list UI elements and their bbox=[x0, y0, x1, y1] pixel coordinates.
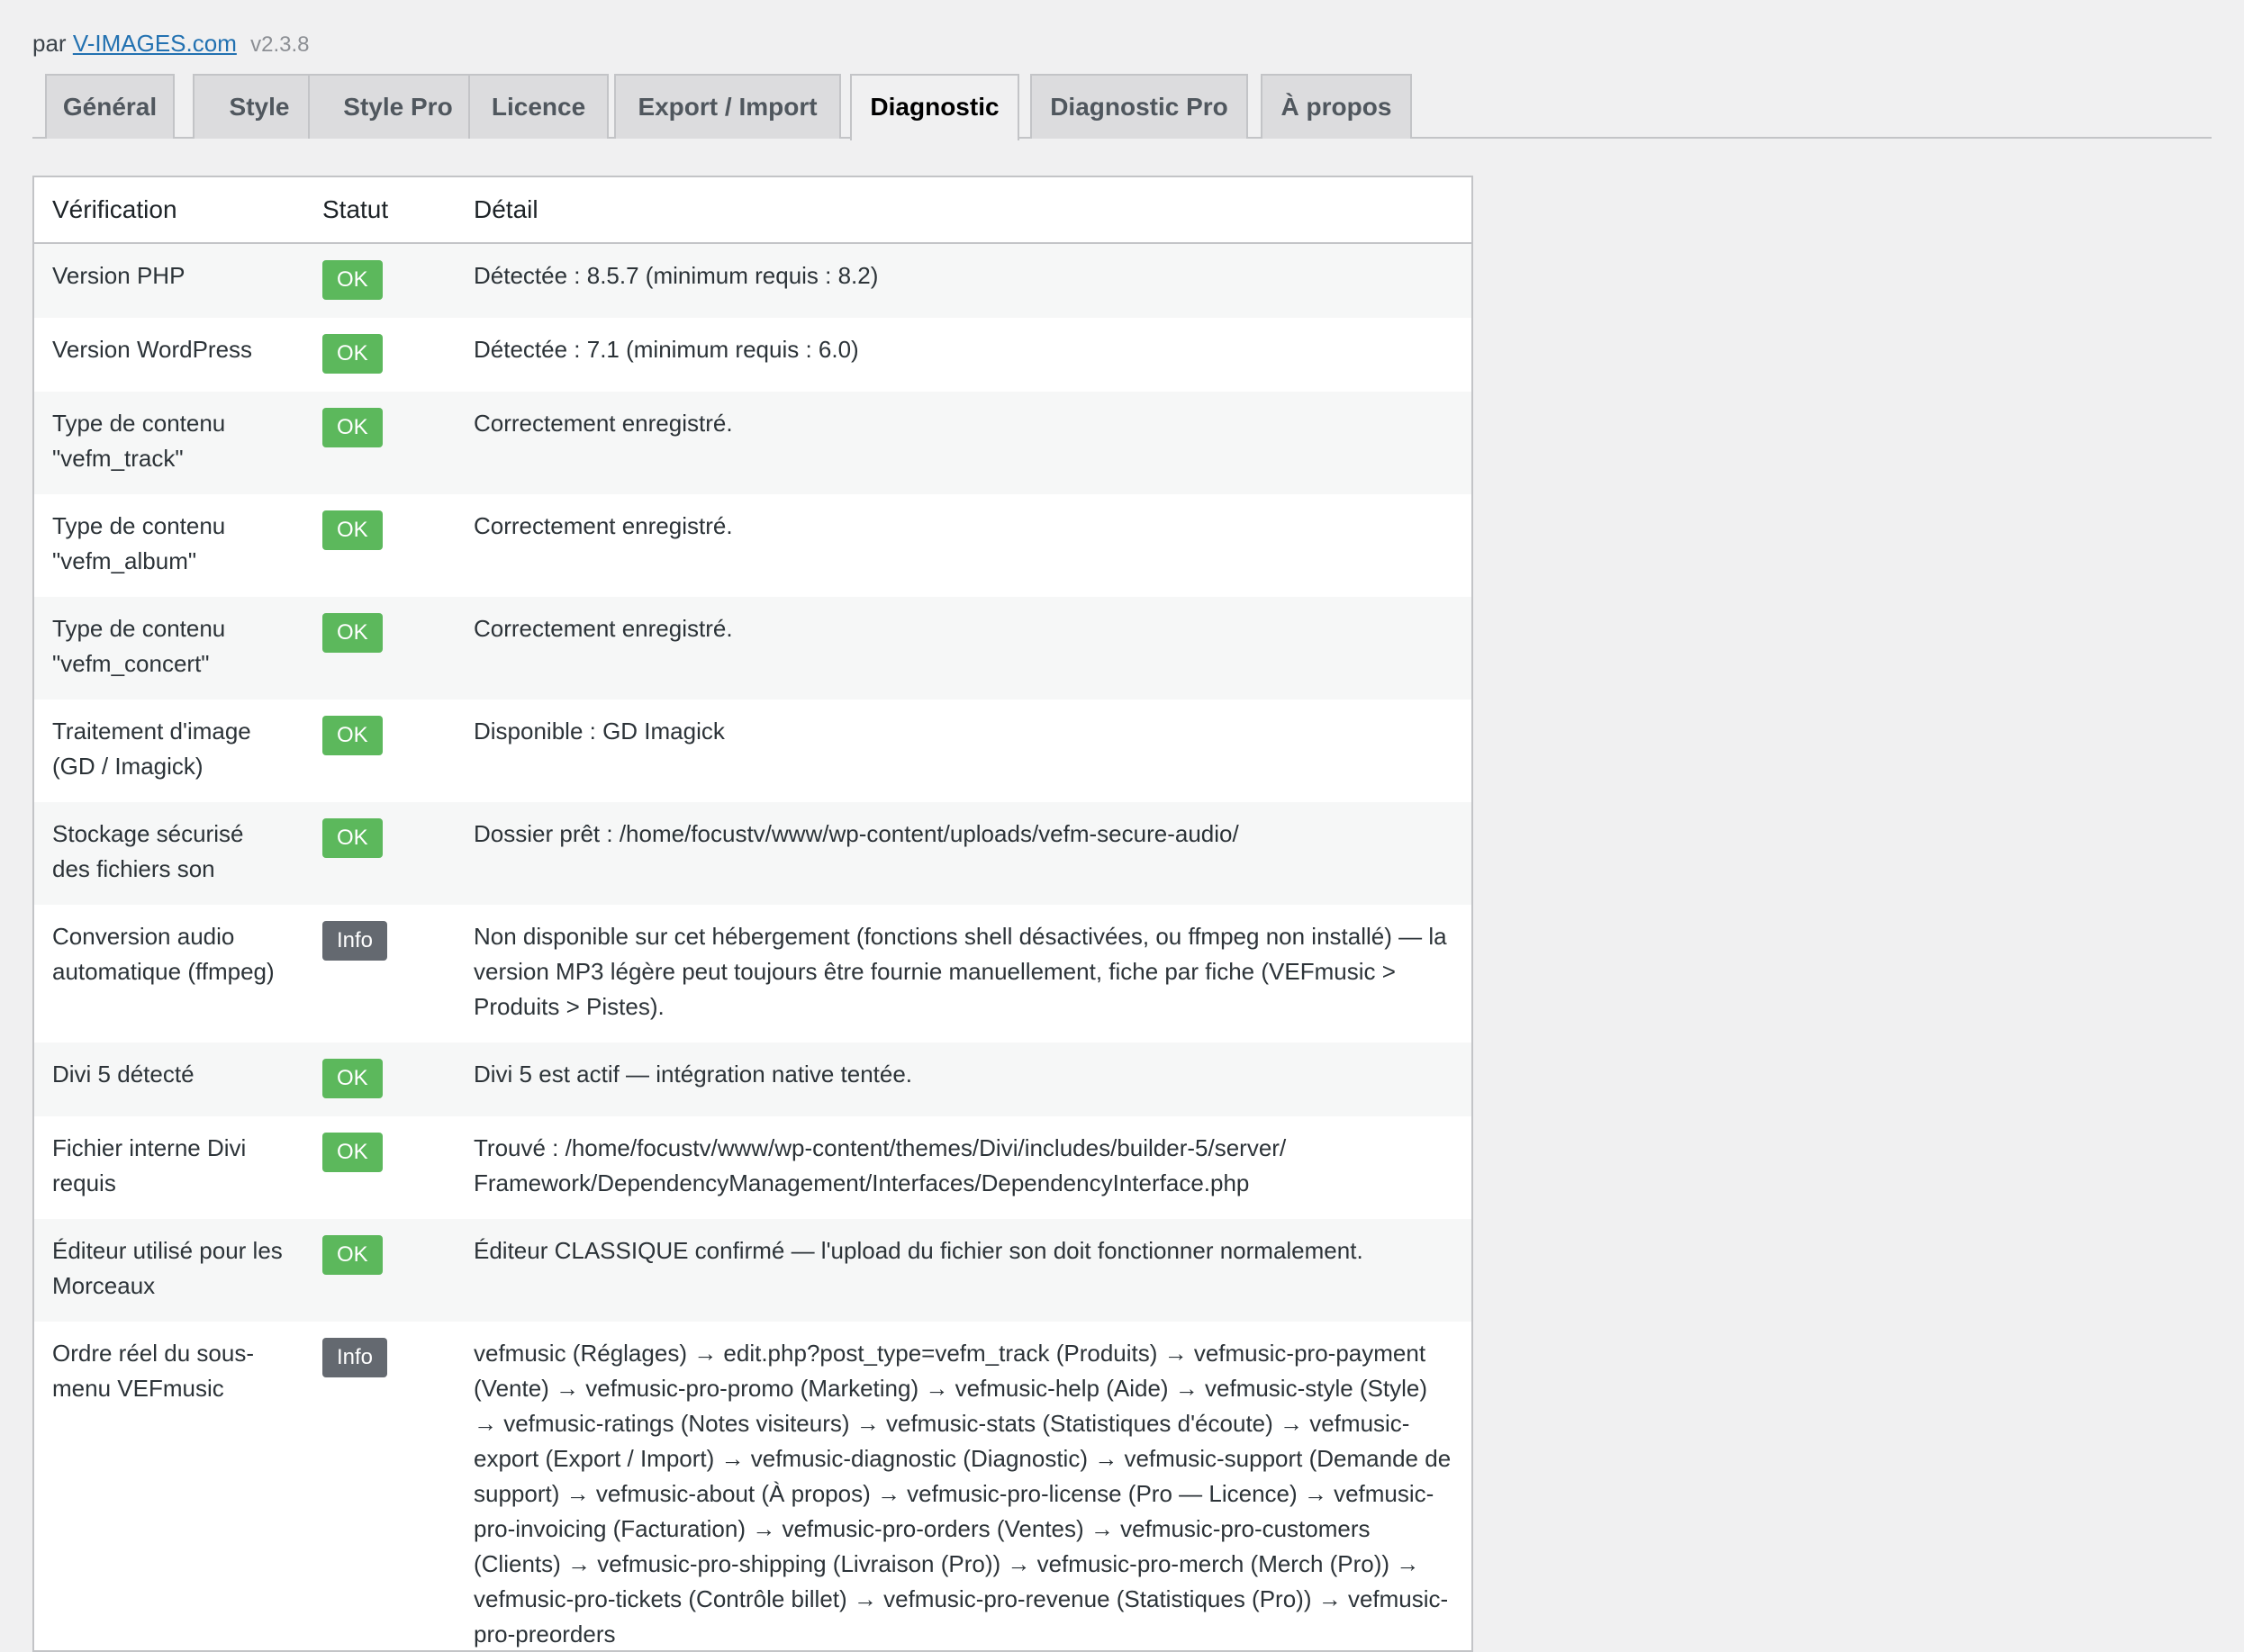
tab-a-propos[interactable]: À propos bbox=[1261, 74, 1412, 139]
check-label: Traitement d'image (GD / Imagick) bbox=[52, 718, 251, 780]
status-badge: OK bbox=[322, 1235, 383, 1275]
check-detail: Non disponible sur cet hébergement (fonc… bbox=[474, 923, 1447, 1020]
tab-style[interactable]: Style bbox=[193, 74, 326, 139]
check-detail: Trouvé : /home/focustv/www/wp-content/th… bbox=[474, 1134, 1287, 1196]
table-row: Éditeur utilisé pour les Morceaux OK Édi… bbox=[34, 1219, 1471, 1322]
check-detail: Correctement enregistré. bbox=[463, 597, 1471, 700]
table-row: Version WordPress OK Détectée : 7.1 (min… bbox=[34, 318, 1471, 392]
check-label: Type de contenu "vefm_concert" bbox=[34, 597, 304, 700]
check-label: Éditeur utilisé pour les Morceaux bbox=[34, 1219, 304, 1322]
check-label: Conversion audio automatique (ffmpeg) bbox=[52, 923, 275, 985]
tab-style-pro[interactable]: Style Pro bbox=[308, 74, 488, 139]
table-row: Stockage sécurisé des fichiers son OK Do… bbox=[34, 802, 1471, 905]
check-label: Version WordPress bbox=[52, 336, 253, 363]
status-badge: OK bbox=[322, 613, 383, 653]
check-detail: Correctement enregistré. bbox=[474, 512, 733, 539]
table-row: Traitement d'image (GD / Imagick) OK Dis… bbox=[34, 700, 1471, 802]
status-badge: Info bbox=[322, 1338, 388, 1377]
tab-general[interactable]: Général bbox=[45, 74, 175, 139]
check-detail: vefmusic (Réglages) → edit.php?post_type… bbox=[474, 1340, 1452, 1647]
status-badge: OK bbox=[322, 1133, 383, 1172]
check-label: Version PHP bbox=[34, 243, 304, 318]
tab-diagnostic-pro[interactable]: Diagnostic Pro bbox=[1030, 74, 1248, 139]
plugin-byline: par V-IMAGES.com v2.3.8 bbox=[32, 27, 309, 61]
status-badge: OK bbox=[322, 334, 383, 374]
status-badge: OK bbox=[322, 510, 383, 550]
check-detail: Divi 5 est actif — intégration native te… bbox=[463, 1043, 1471, 1116]
diagnostic-table: Vérification Statut Détail Version PHP O… bbox=[32, 176, 1473, 1652]
tab-diagnostic[interactable]: Diagnostic bbox=[850, 74, 1019, 140]
check-detail: Dossier prêt : /home/focustv/www/wp-cont… bbox=[463, 802, 1471, 905]
vendor-link[interactable]: V-IMAGES.com bbox=[73, 30, 237, 57]
column-header-status: Statut bbox=[304, 177, 463, 244]
table-row: Divi 5 détecté OK Divi 5 est actif — int… bbox=[34, 1043, 1471, 1116]
column-header-check: Vérification bbox=[34, 177, 304, 244]
check-detail: Disponible : GD Imagick bbox=[474, 718, 725, 745]
check-label: Stockage sécurisé des fichiers son bbox=[34, 802, 304, 905]
table-row: Version PHP OK Détectée : 8.5.7 (minimum… bbox=[34, 243, 1471, 318]
table-row: Conversion audio automatique (ffmpeg) In… bbox=[34, 905, 1471, 1043]
status-badge: OK bbox=[322, 1059, 383, 1098]
table-row: Ordre réel du sous-menu VEFmusic Info ve… bbox=[34, 1322, 1471, 1650]
status-badge: OK bbox=[322, 818, 383, 858]
table-row: Type de contenu "vefm_concert" OK Correc… bbox=[34, 597, 1471, 700]
check-detail: Correctement enregistré. bbox=[463, 392, 1471, 494]
check-label: Ordre réel du sous-menu VEFmusic bbox=[52, 1340, 254, 1402]
check-label: Type de contenu "vefm_track" bbox=[34, 392, 304, 494]
table-row: Type de contenu "vefm_album" OK Correcte… bbox=[34, 494, 1471, 597]
table-row: Fichier interne Divi requis OK Trouvé : … bbox=[34, 1116, 1471, 1219]
check-detail: Éditeur CLASSIQUE confirmé — l'upload du… bbox=[463, 1219, 1471, 1322]
table-row: Type de contenu "vefm_track" OK Correcte… bbox=[34, 392, 1471, 494]
plugin-version: v2.3.8 bbox=[250, 32, 310, 57]
tab-export-import[interactable]: Export / Import bbox=[614, 74, 841, 139]
check-label: Divi 5 détecté bbox=[34, 1043, 304, 1116]
status-badge: OK bbox=[322, 716, 383, 755]
tab-licence[interactable]: Licence bbox=[468, 74, 609, 139]
column-header-detail: Détail bbox=[463, 177, 1471, 244]
check-detail: Détectée : 8.5.7 (minimum requis : 8.2) bbox=[463, 243, 1471, 318]
status-badge: Info bbox=[322, 921, 388, 961]
table-header-row: Vérification Statut Détail bbox=[34, 177, 1471, 244]
check-label: Fichier interne Divi requis bbox=[52, 1134, 247, 1196]
check-label: Type de contenu "vefm_album" bbox=[52, 512, 226, 574]
status-badge: OK bbox=[322, 260, 383, 300]
check-detail: Détectée : 7.1 (minimum requis : 6.0) bbox=[474, 336, 859, 363]
settings-tabs: Général Style Style Pro Licence Export /… bbox=[32, 74, 2212, 140]
status-badge: OK bbox=[322, 408, 383, 447]
byline-prefix: par bbox=[32, 30, 67, 57]
